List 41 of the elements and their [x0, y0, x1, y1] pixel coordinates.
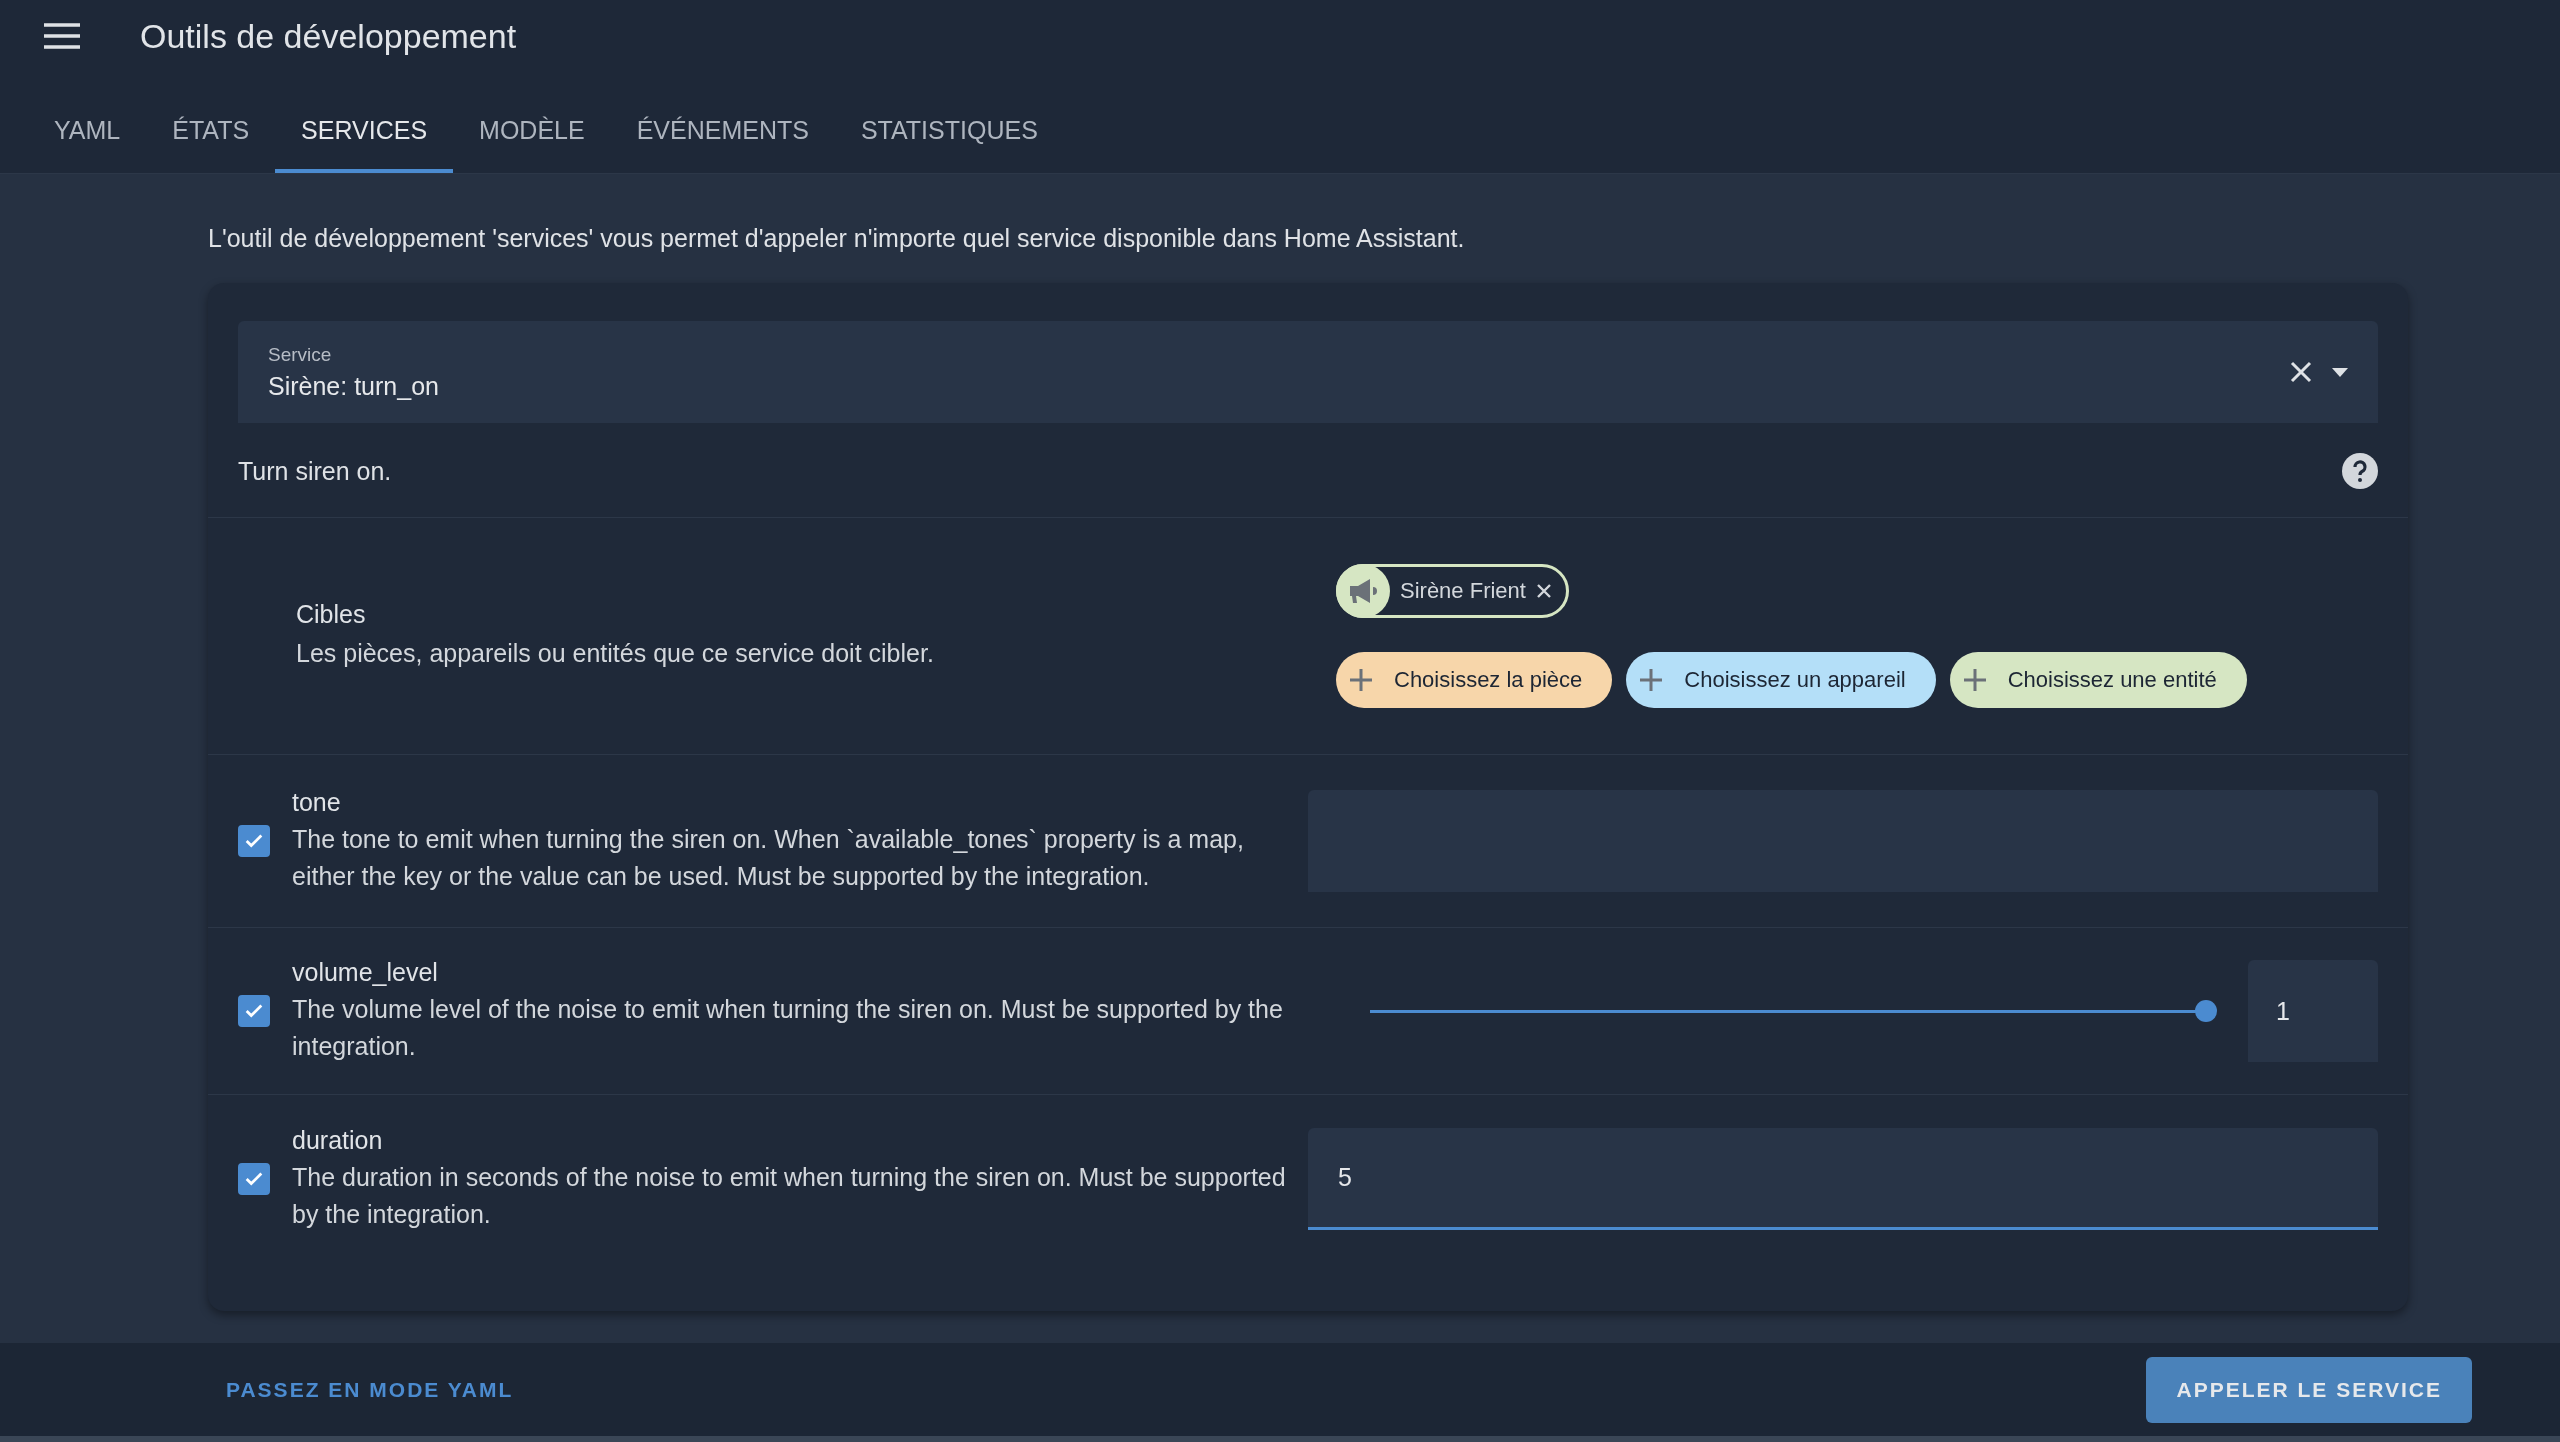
field-description: The duration in seconds of the noise to emit when turning the siren on. Must be supported by the integration. — [292, 1161, 1287, 1230]
service-select[interactable]: Service Sirène: turn_on — [238, 321, 2378, 423]
plus-icon — [1640, 669, 1663, 691]
number-input-field[interactable]: 1 — [2248, 960, 2378, 1062]
plus-icon — [1350, 669, 1372, 691]
close-icon[interactable] — [2290, 361, 2312, 383]
tab[interactable]: ÉVÉNEMENTS — [610, 100, 835, 173]
intro-text: L'outil de développement 'services' vous permet d'appeler n'importe quel service disponible dans Home Assistant. — [208, 224, 1466, 253]
number-input-field[interactable]: 5 — [1308, 1128, 2378, 1230]
megaphone-icon — [1348, 578, 1378, 604]
menu-icon[interactable] — [44, 23, 80, 49]
yaml-mode-link[interactable]: PASSEZ EN MODE YAML — [226, 1377, 514, 1402]
tab[interactable]: ÉTATS — [146, 100, 276, 173]
target-picker-button[interactable]: Choisissez un appareil — [1626, 652, 1936, 708]
close-icon[interactable] — [1535, 583, 1552, 599]
service-description: Turn siren on. — [238, 456, 392, 486]
checkbox[interactable] — [238, 995, 270, 1027]
target-picker-button[interactable]: Choisissez la pièce — [1336, 652, 1613, 708]
help-icon[interactable] — [2342, 453, 2378, 489]
field-description: The tone to emit when turning the siren on. When `available_tones` property is a map, either the key or the value can be used. Must be supported by the integration. — [292, 823, 1245, 892]
dropdown-caret-icon[interactable] — [2332, 367, 2348, 377]
target-chip[interactable]: Sirène Frient — [1336, 564, 1569, 618]
field-description: Les pièces, appareils ou entités que ce service doit cibler. — [296, 638, 935, 669]
field-name: tone — [292, 787, 342, 817]
field-name: volume_level — [292, 957, 439, 987]
slider-thumb[interactable] — [2195, 999, 2217, 1022]
tab[interactable]: YAML — [28, 100, 147, 173]
field-name: duration — [292, 1125, 384, 1155]
tab[interactable]: STATISTIQUES — [834, 100, 1064, 173]
field-label: Service — [268, 343, 333, 366]
tab[interactable]: SERVICES — [275, 100, 454, 173]
plus-icon — [1963, 669, 1986, 691]
field-value: Sirène: turn_on — [268, 371, 440, 401]
checkbox[interactable] — [238, 825, 270, 857]
chip-label: Sirène Frient — [1400, 578, 1526, 604]
page-title: Outils de développement — [140, 16, 517, 56]
tab[interactable]: MODÈLE — [453, 100, 611, 173]
field-description: The volume level of the noise to emit when turning the siren on. Must be supported by the integration. — [292, 993, 1284, 1062]
checkbox[interactable] — [238, 1163, 270, 1195]
field-name: Cibles — [296, 600, 367, 629]
target-picker-button[interactable]: Choisissez une entité — [1949, 652, 2247, 708]
